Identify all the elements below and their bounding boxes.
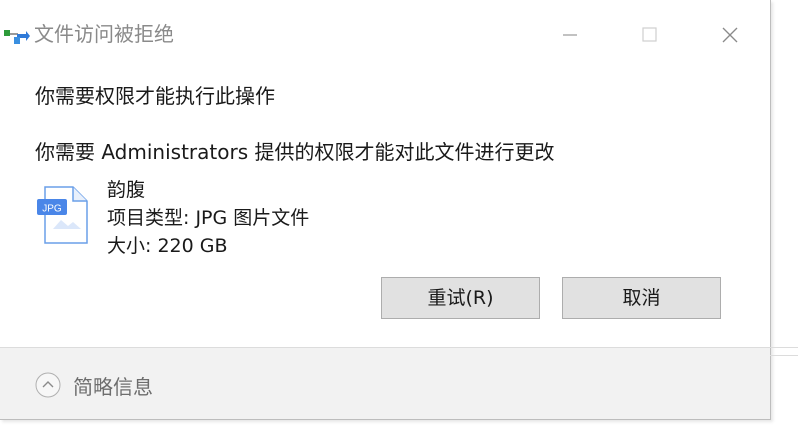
background-divider [770, 355, 798, 356]
file-name: 韵腹 [107, 179, 146, 201]
details-toggle[interactable]: 简略信息 [35, 370, 153, 400]
jpg-file-icon: JPG [37, 186, 88, 244]
file-access-denied-dialog: 文件访问被拒绝 你需要权限才能执行此操作 你需要 Administrators … [0, 0, 771, 420]
footer-divider [0, 347, 798, 348]
permission-description: 你需要 Administrators 提供的权限才能对此文件进行更改 [35, 140, 555, 164]
file-size: 大小: 220 GB [107, 235, 228, 257]
file-type: 项目类型: JPG 图片文件 [107, 207, 310, 229]
close-icon[interactable] [715, 20, 745, 50]
details-label[interactable]: 简略信息 [73, 371, 153, 400]
jpg-badge-label: JPG [42, 204, 62, 215]
cancel-button[interactable]: 取消 [562, 277, 721, 319]
permission-heading: 你需要权限才能执行此操作 [35, 84, 275, 108]
chevron-up-icon[interactable] [35, 372, 61, 398]
title-bar[interactable]: 文件访问被拒绝 [0, 0, 770, 66]
window-title: 文件访问被拒绝 [34, 22, 174, 46]
retry-button[interactable]: 重试(R) [381, 277, 540, 319]
file-info: 韵腹 项目类型: JPG 图片文件 大小: 220 GB [107, 176, 309, 260]
maximize-icon[interactable] [635, 20, 665, 50]
file-transfer-icon [4, 30, 30, 44]
minimize-icon[interactable] [555, 20, 585, 50]
